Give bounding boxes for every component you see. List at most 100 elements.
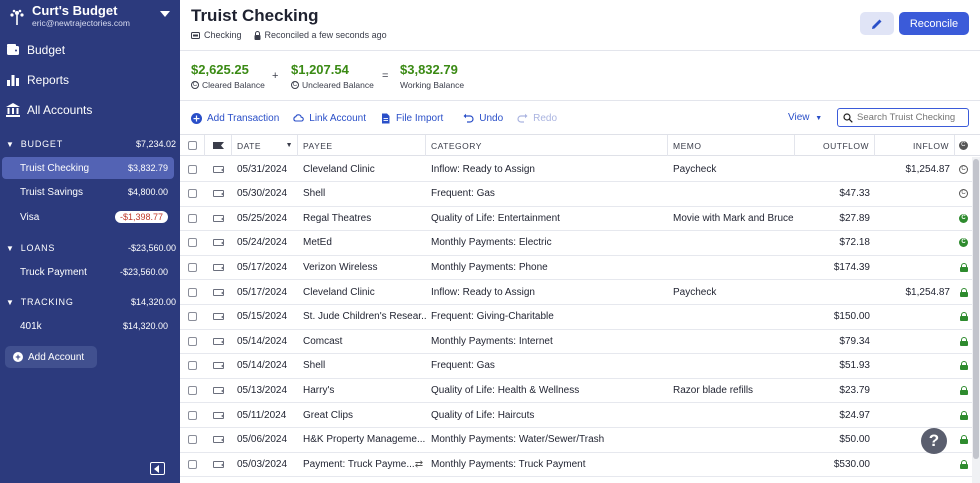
redo-button[interactable]: Redo xyxy=(517,113,557,124)
cell-memo[interactable] xyxy=(668,305,795,329)
row-checkbox[interactable] xyxy=(180,255,205,279)
table-row[interactable]: 05/24/2024 MetEd Monthly Payments: Electri… xyxy=(180,231,972,256)
cell-inflow[interactable] xyxy=(875,378,955,402)
cell-payee[interactable]: St. Jude Children's Resear... xyxy=(298,305,426,329)
row-flag[interactable] xyxy=(205,452,232,476)
cell-category[interactable]: Inflow: Ready to Assign xyxy=(426,157,668,181)
link-account-button[interactable]: Link Account xyxy=(293,113,366,124)
cell-date[interactable]: 05/14/2024 xyxy=(232,354,298,378)
undo-button[interactable]: Undo xyxy=(463,113,503,124)
table-row[interactable]: 05/06/2024 H&K Property Manageme... Monthl… xyxy=(180,428,972,453)
cell-memo[interactable] xyxy=(668,428,795,452)
cell-date[interactable]: 05/31/2024 xyxy=(232,157,298,181)
row-flag[interactable] xyxy=(205,428,232,452)
cell-outflow[interactable]: $174.39 xyxy=(795,255,875,279)
nav-reports[interactable]: Reports xyxy=(6,67,174,93)
row-flag[interactable] xyxy=(205,305,232,329)
row-checkbox[interactable] xyxy=(180,428,205,452)
cell-memo[interactable]: Paycheck xyxy=(668,280,795,304)
cleared-toggle[interactable] xyxy=(955,452,972,476)
cleared-toggle[interactable] xyxy=(955,354,972,378)
row-flag[interactable] xyxy=(205,157,232,181)
group-budget[interactable]: ▼ BUDGET $7,234.02 xyxy=(6,134,176,154)
cleared-toggle[interactable] xyxy=(955,329,972,353)
cell-inflow[interactable] xyxy=(875,231,955,255)
row-flag[interactable] xyxy=(205,403,232,427)
cell-date[interactable]: 05/15/2024 xyxy=(232,305,298,329)
cell-inflow[interactable] xyxy=(875,354,955,378)
cleared-toggle[interactable]: C xyxy=(955,182,972,206)
cell-inflow[interactable] xyxy=(875,255,955,279)
cell-payee[interactable]: Cleveland Clinic xyxy=(298,157,426,181)
cell-category[interactable]: Monthly Payments: Phone xyxy=(426,255,668,279)
column-payee[interactable]: PAYEE xyxy=(298,135,426,156)
row-flag[interactable] xyxy=(205,354,232,378)
row-checkbox[interactable] xyxy=(180,329,205,353)
cell-outflow[interactable]: $79.34 xyxy=(795,329,875,353)
cell-memo[interactable]: Razor blade refills xyxy=(668,378,795,402)
cell-outflow[interactable] xyxy=(795,280,875,304)
cell-payee[interactable]: Cleveland Clinic xyxy=(298,280,426,304)
cell-outflow[interactable]: $72.18 xyxy=(795,231,875,255)
table-row[interactable]: 05/11/2024 Great Clips Quality of Life: Ha… xyxy=(180,403,972,428)
group-tracking[interactable]: ▼ TRACKING $14,320.00 xyxy=(6,292,176,312)
cell-date[interactable]: 05/30/2024 xyxy=(232,182,298,206)
row-flag[interactable] xyxy=(205,378,232,402)
cell-date[interactable]: 05/03/2024 xyxy=(232,452,298,476)
row-checkbox[interactable] xyxy=(180,206,205,230)
cell-category[interactable]: Frequent: Giving-Charitable xyxy=(426,305,668,329)
table-row[interactable]: 05/13/2024 Harry's Quality of Life: Health… xyxy=(180,378,972,404)
row-flag[interactable] xyxy=(205,182,232,206)
table-row[interactable]: 05/30/2024 Shell Frequent: Gas $47.33 C xyxy=(180,182,972,207)
row-checkbox[interactable] xyxy=(180,452,205,476)
collapse-sidebar-icon[interactable] xyxy=(150,462,165,475)
cell-memo[interactable] xyxy=(668,354,795,378)
table-row[interactable]: 05/14/2024 Comcast Monthly Payments: Inter… xyxy=(180,329,972,355)
table-row[interactable]: 05/31/2024 Cleveland Clinic Inflow: Ready … xyxy=(180,157,972,182)
cell-memo[interactable] xyxy=(668,329,795,353)
column-category[interactable]: CATEGORY xyxy=(426,135,668,156)
cell-category[interactable]: Frequent: Gas xyxy=(426,182,668,206)
cell-memo[interactable] xyxy=(668,452,795,476)
account-truck-payment[interactable]: Truck Payment -$23,560.00 xyxy=(2,261,174,283)
select-all-checkbox[interactable] xyxy=(180,135,205,156)
cell-memo[interactable] xyxy=(668,403,795,427)
row-flag[interactable] xyxy=(205,206,232,230)
row-checkbox[interactable] xyxy=(180,403,205,427)
row-checkbox[interactable] xyxy=(180,305,205,329)
cell-outflow[interactable]: $27.89 xyxy=(795,206,875,230)
cell-outflow[interactable] xyxy=(795,157,875,181)
edit-account-button[interactable] xyxy=(860,12,894,35)
cell-payee[interactable]: Harry's xyxy=(298,378,426,402)
cell-date[interactable]: 05/25/2024 xyxy=(232,206,298,230)
flag-column[interactable] xyxy=(205,135,232,156)
row-checkbox[interactable] xyxy=(180,280,205,304)
cell-category[interactable]: Monthly Payments: Truck Payment xyxy=(426,452,668,476)
cell-date[interactable]: 05/17/2024 xyxy=(232,255,298,279)
cell-date[interactable]: 05/24/2024 xyxy=(232,231,298,255)
cell-payee[interactable]: Regal Theatres xyxy=(298,206,426,230)
row-checkbox[interactable] xyxy=(180,182,205,206)
cell-payee[interactable]: Shell xyxy=(298,354,426,378)
table-row[interactable]: 05/17/2024 Cleveland Clinic Inflow: Ready … xyxy=(180,280,972,305)
cell-date[interactable]: 05/13/2024 xyxy=(232,378,298,402)
search-input[interactable] xyxy=(857,112,967,123)
cell-category[interactable]: Monthly Payments: Water/Sewer/Trash xyxy=(426,428,668,452)
cell-memo[interactable]: Movie with Mark and Bruce xyxy=(668,206,795,230)
cell-outflow[interactable]: $50.00 xyxy=(795,428,875,452)
table-row[interactable]: 05/17/2024 Verizon Wireless Monthly Paymen… xyxy=(180,255,972,281)
cell-memo[interactable] xyxy=(668,231,795,255)
cell-outflow[interactable]: $51.93 xyxy=(795,354,875,378)
row-flag[interactable] xyxy=(205,231,232,255)
cell-payee[interactable]: Great Clips xyxy=(298,403,426,427)
search-box[interactable] xyxy=(837,108,969,127)
add-account-button[interactable]: + Add Account xyxy=(5,346,97,368)
nav-all-accounts[interactable]: All Accounts xyxy=(6,97,174,123)
account-truist-checking[interactable]: Truist Checking $3,832.79 xyxy=(2,157,174,179)
table-row[interactable]: 05/03/2024 Payment: Truck Payme... ⇄ Monthl… xyxy=(180,452,972,478)
cell-payee[interactable]: Payment: Truck Payme... ⇄ xyxy=(298,452,426,476)
column-outflow[interactable]: OUTFLOW xyxy=(795,135,875,156)
cell-inflow[interactable] xyxy=(875,182,955,206)
cell-category[interactable]: Frequent: Gas xyxy=(426,354,668,378)
budget-switcher[interactable]: Curt's Budget eric@newtrajectories.com xyxy=(8,4,174,32)
